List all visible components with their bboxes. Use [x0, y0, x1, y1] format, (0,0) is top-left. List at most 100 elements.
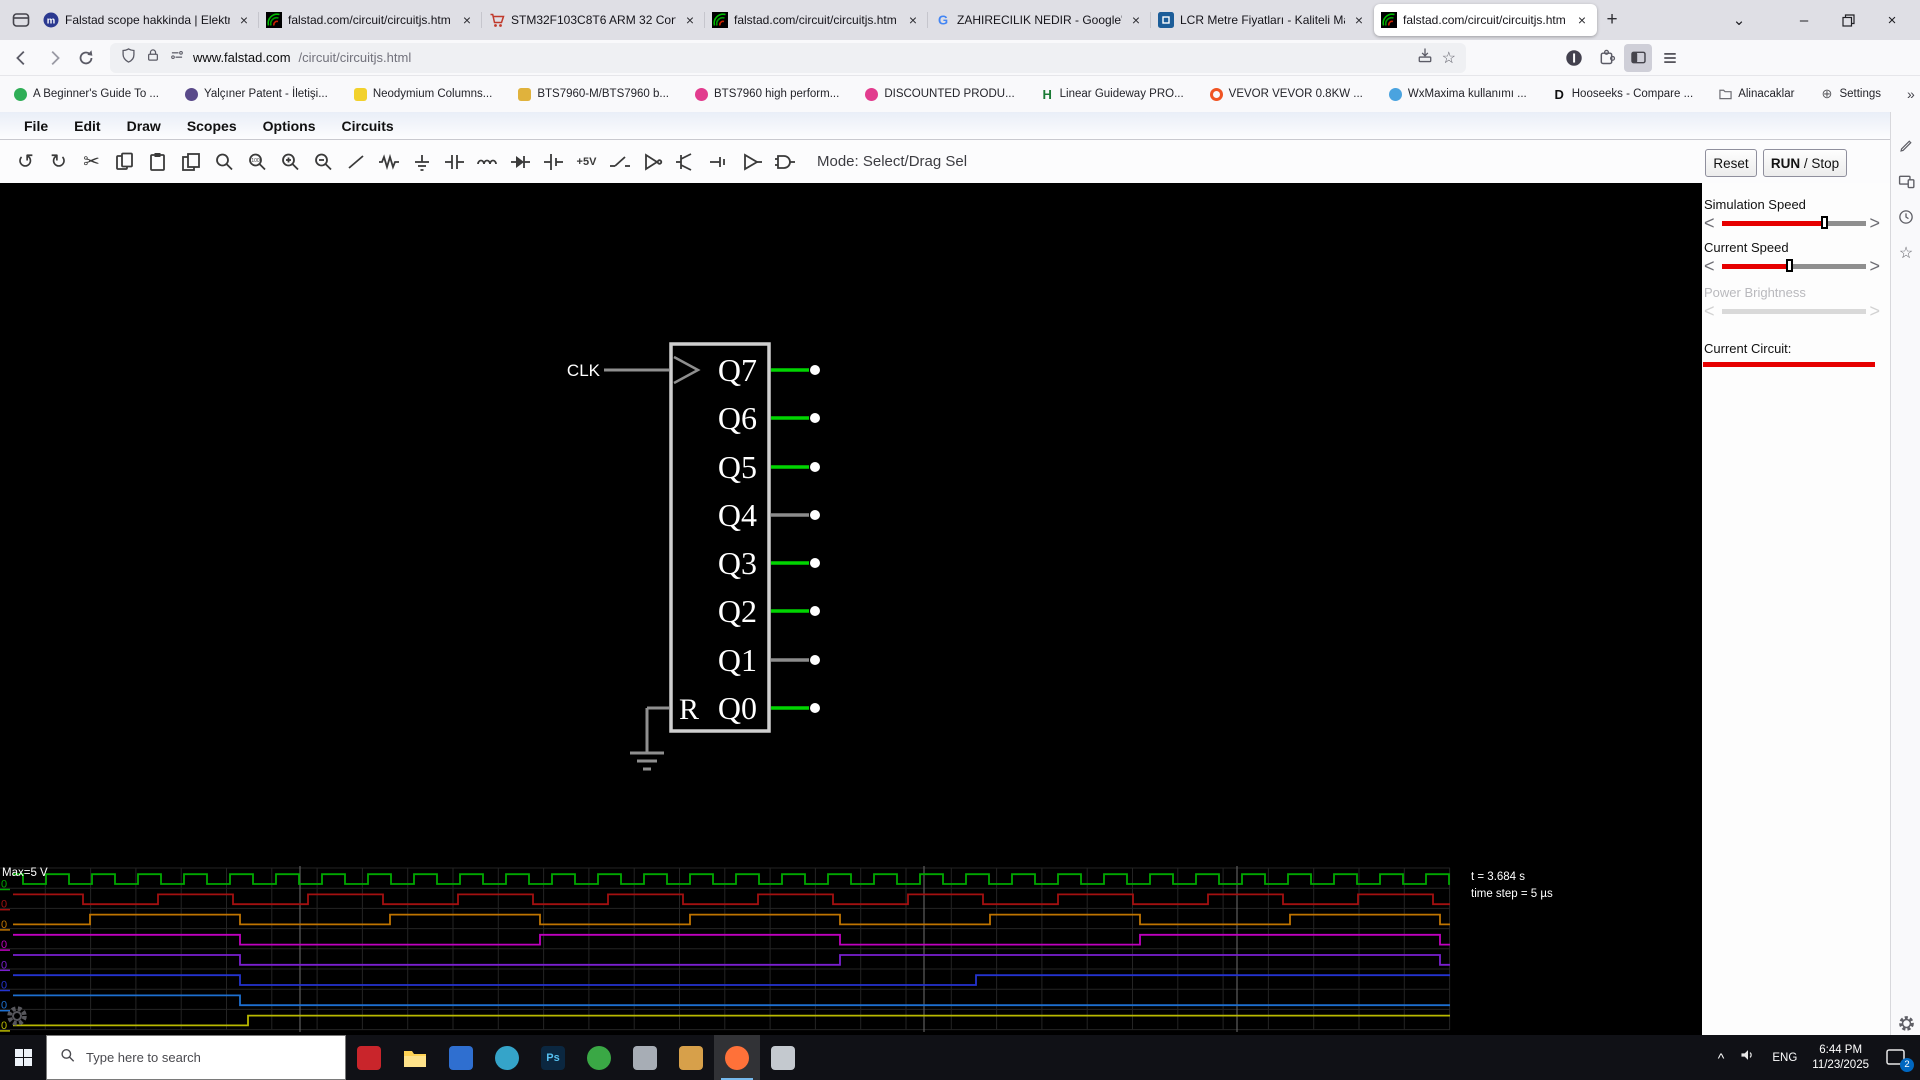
copy-icon[interactable] — [108, 147, 141, 177]
back-icon[interactable] — [8, 44, 36, 72]
taskbar-firefox-icon[interactable] — [714, 1035, 760, 1080]
save-page-icon[interactable] — [1416, 46, 1434, 69]
duplicate-icon[interactable] — [174, 147, 207, 177]
tab[interactable]: LCR Metre Fiyatları - Kaliteli Ma × — [1150, 4, 1374, 36]
minimize-button[interactable]: – — [1782, 0, 1826, 40]
slider-left-arrow[interactable]: < — [1704, 213, 1715, 234]
restore-button[interactable] — [1826, 0, 1870, 40]
zoom-100-icon[interactable]: 100 — [240, 147, 273, 177]
tab[interactable]: falstad.com/circuit/circuitjs.htm × — [258, 4, 482, 36]
zoom-in-icon[interactable] — [273, 147, 306, 177]
current-circuit-selection-bar[interactable] — [1703, 362, 1875, 367]
switch-icon[interactable] — [603, 147, 636, 177]
cut-icon[interactable]: ✂ — [75, 147, 108, 177]
paste-icon[interactable] — [141, 147, 174, 177]
slider-track[interactable] — [1722, 216, 1866, 229]
url-bar[interactable]: www.falstad.com/circuit/circuitjs.html ☆ — [110, 42, 1466, 73]
diode-icon[interactable] — [504, 147, 537, 177]
scope-area[interactable]: 0 0 0 0 0 0 0 0 — [0, 866, 1702, 1035]
devices-icon[interactable] — [1895, 170, 1917, 192]
profile-avatar[interactable] — [1560, 44, 1588, 72]
slider-thumb[interactable] — [1820, 216, 1828, 229]
simulation-speed-slider[interactable]: < > — [1702, 213, 1890, 234]
bookmarks-star-icon[interactable]: ☆ — [1895, 242, 1917, 264]
reset-button[interactable]: Reset — [1705, 149, 1757, 177]
bookmark-item[interactable]: Neodymium Columns... — [353, 87, 492, 101]
tab-list-chevron-icon[interactable]: ⌄ — [1724, 0, 1754, 40]
ground-icon[interactable] — [405, 147, 438, 177]
slider-left-arrow[interactable]: < — [1704, 256, 1715, 277]
transistor-icon[interactable] — [669, 147, 702, 177]
tab-close-icon[interactable]: × — [905, 12, 921, 28]
tab-close-icon[interactable]: × — [1351, 12, 1367, 28]
circuit-canvas[interactable]: CLK Q7 Q6 Q5 Q4 Q3 Q2 Q1 Q0 R 0 0 0 0 0 0 0 0 Max=5 V t … — [0, 183, 1702, 1035]
menu-item-edit[interactable]: Edit — [61, 118, 113, 134]
battery-icon[interactable] — [537, 147, 570, 177]
taskbar-app-red-icon[interactable] — [346, 1035, 392, 1080]
tab[interactable]: STM32F103C8T6 ARM 32 Cortex × — [481, 4, 705, 36]
slider-right-arrow[interactable]: > — [1869, 256, 1880, 277]
tab[interactable]: m Falstad scope hakkinda | Elektro × — [36, 4, 259, 36]
tab-close-icon[interactable]: × — [236, 12, 252, 28]
permissions-icon[interactable] — [169, 47, 185, 68]
reload-icon[interactable] — [72, 44, 100, 72]
menu-item-draw[interactable]: Draw — [114, 118, 174, 134]
start-button[interactable] — [0, 1035, 46, 1080]
taskbar-app-green-icon[interactable] — [576, 1035, 622, 1080]
slider-right-arrow[interactable]: > — [1869, 213, 1880, 234]
speaker-icon[interactable] — [1739, 1046, 1757, 1069]
new-tab-button[interactable]: + — [1597, 5, 1627, 35]
taskbar-app-grey-icon[interactable] — [622, 1035, 668, 1080]
buffer-icon[interactable] — [735, 147, 768, 177]
bookmark-item[interactable]: H Linear Guideway PRO... — [1041, 87, 1183, 102]
input-icon[interactable] — [702, 147, 735, 177]
slider-thumb[interactable] — [1786, 259, 1794, 272]
bookmark-star-icon[interactable]: ☆ — [1442, 48, 1456, 68]
bookmark-item[interactable]: Alinacaklar — [1719, 88, 1794, 101]
taskbar-clock[interactable]: 6:44 PM 11/23/2025 — [1812, 1043, 1869, 1073]
menu-item-circuits[interactable]: Circuits — [329, 118, 407, 134]
undo-icon[interactable]: ↺ — [9, 147, 42, 177]
firefox-view-icon[interactable] — [6, 5, 36, 35]
bookmark-item[interactable]: ⊕ Settings — [1820, 86, 1881, 101]
close-window-button[interactable]: × — [1870, 0, 1914, 40]
bookmark-item[interactable]: Yalçıner Patent - İletişi... — [185, 87, 328, 101]
and-gate-icon[interactable] — [768, 147, 801, 177]
taskbar-app-light-grey-icon[interactable] — [760, 1035, 806, 1080]
tray-chevron-icon[interactable]: ^ — [1718, 1050, 1725, 1066]
run-stop-button[interactable]: RUN / Stop — [1763, 149, 1847, 177]
taskbar-search-input[interactable]: Type here to search — [46, 1035, 346, 1080]
bookmark-item[interactable]: BTS7960-M/BTS7960 b... — [518, 87, 669, 101]
forward-icon[interactable] — [40, 44, 68, 72]
tab-close-icon[interactable]: × — [1128, 12, 1144, 28]
menu-hamburger-icon[interactable] — [1656, 44, 1684, 72]
bookmark-item[interactable]: A Beginner's Guide To ... — [14, 87, 159, 101]
taskbar-edge-browser-icon[interactable] — [484, 1035, 530, 1080]
bookmark-item[interactable]: VEVOR VEVOR 0.8KW ... — [1209, 87, 1363, 101]
resistor-icon[interactable] — [372, 147, 405, 177]
shield-icon[interactable] — [120, 47, 137, 69]
inverter-icon[interactable] — [636, 147, 669, 177]
inductor-icon[interactable] — [471, 147, 504, 177]
find-icon[interactable] — [207, 147, 240, 177]
wire-icon[interactable] — [339, 147, 372, 177]
menu-item-options[interactable]: Options — [250, 118, 329, 134]
zoom-out-icon[interactable] — [306, 147, 339, 177]
tab-close-icon[interactable]: × — [1574, 12, 1590, 28]
menu-item-file[interactable]: File — [11, 118, 61, 134]
extensions-puzzle-icon[interactable] — [1592, 44, 1620, 72]
taskbar-photoshop-icon[interactable]: Ps — [530, 1035, 576, 1080]
bookmark-item[interactable]: D Hooseeks - Compare ... — [1553, 87, 1694, 102]
capacitor-icon[interactable] — [438, 147, 471, 177]
taskbar-app-amber-icon[interactable] — [668, 1035, 714, 1080]
bookmark-item[interactable]: DISCOUNTED PRODU... — [865, 87, 1015, 101]
taskbar-file-explorer-icon[interactable] — [392, 1035, 438, 1080]
bookmarks-overflow-chevron[interactable]: » — [1907, 86, 1915, 102]
bookmark-item[interactable]: BTS7960 high perform... — [695, 87, 839, 101]
bookmark-item[interactable]: WxMaxima kullanımı ... — [1388, 87, 1527, 101]
lock-icon[interactable] — [145, 47, 161, 68]
notification-icon[interactable]: 2 — [1884, 1047, 1914, 1072]
tab-close-icon[interactable]: × — [682, 12, 698, 28]
tab[interactable]: falstad.com/circuit/circuitjs.htm × — [704, 4, 928, 36]
edit-icon[interactable] — [1895, 134, 1917, 156]
